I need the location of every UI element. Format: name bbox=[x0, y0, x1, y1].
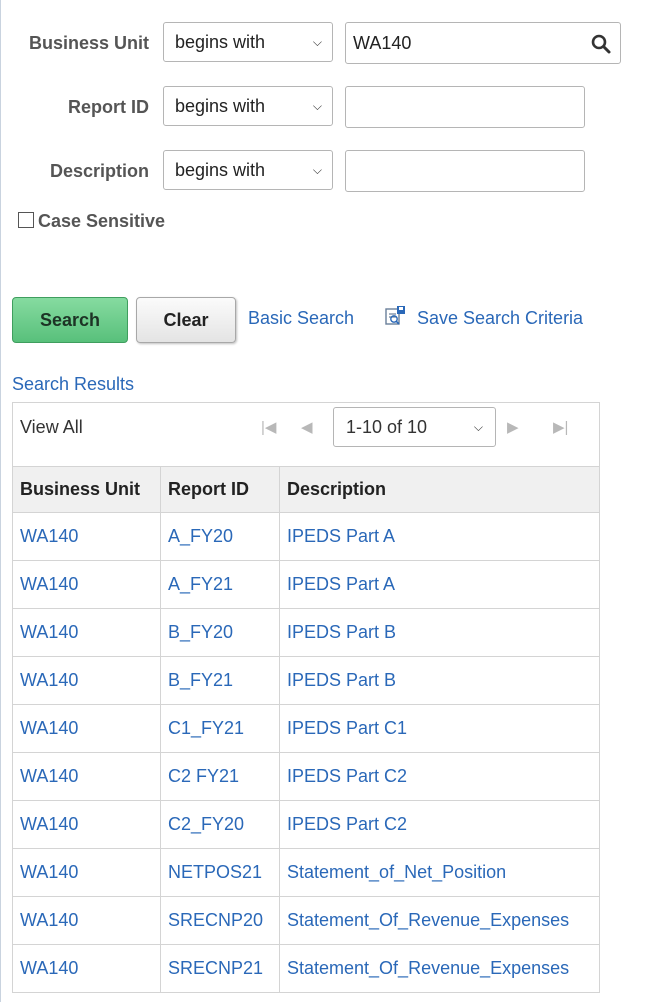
case-sensitive-option[interactable]: Case Sensitive bbox=[18, 211, 165, 233]
business-unit-cell[interactable]: WA140 bbox=[13, 656, 161, 705]
report-id-input[interactable] bbox=[345, 86, 585, 128]
description-cell[interactable]: Statement_Of_Revenue_Expenses bbox=[279, 896, 599, 945]
case-sensitive-label: Case Sensitive bbox=[38, 211, 166, 231]
description-operator-value: begins with bbox=[175, 160, 266, 180]
report-id-cell[interactable]: A_FY20 bbox=[160, 512, 280, 561]
first-page-icon[interactable]: |◀ bbox=[261, 418, 276, 436]
description-cell[interactable]: IPEDS Part C1 bbox=[279, 704, 599, 753]
last-page-icon[interactable]: ▶| bbox=[553, 418, 568, 436]
business-unit-input-value: WA140 bbox=[353, 33, 412, 53]
description-cell[interactable]: IPEDS Part A bbox=[279, 560, 599, 609]
table-row[interactable]: WA140 C1_FY21 IPEDS Part C1 bbox=[13, 704, 599, 753]
grid-navigation-bar: View All |◀ ◀ 1-10 of 10 ⌵ ▶ ▶| bbox=[13, 403, 599, 467]
report-id-operator-select[interactable]: begins with ⌵ bbox=[163, 86, 333, 126]
description-cell[interactable]: IPEDS Part C2 bbox=[279, 800, 599, 849]
business-unit-cell[interactable]: WA140 bbox=[13, 800, 161, 849]
description-label: Description bbox=[49, 161, 149, 181]
table-row[interactable]: WA140 A_FY21 IPEDS Part A bbox=[13, 560, 599, 609]
search-button[interactable]: Search bbox=[12, 297, 128, 343]
table-row[interactable]: WA140 C2_FY20 IPEDS Part C2 bbox=[13, 800, 599, 849]
business-unit-cell[interactable]: WA140 bbox=[13, 848, 161, 897]
report-id-cell[interactable]: B_FY20 bbox=[160, 608, 280, 657]
table-row[interactable]: WA140 SRECNP21 Statement_Of_Revenue_Expens… bbox=[13, 944, 600, 993]
criteria-row-report-id: Report ID begins with ⌵ bbox=[0, 85, 663, 129]
next-page-icon[interactable]: ▶ bbox=[507, 418, 519, 436]
table-row[interactable]: WA140 NETPOS21 Statement_of_Net_Position bbox=[13, 848, 599, 897]
column-header-report-id[interactable]: Report ID bbox=[160, 467, 280, 513]
report-id-cell[interactable]: B_FY21 bbox=[160, 656, 280, 705]
description-operator-select[interactable]: begins with ⌵ bbox=[163, 150, 333, 190]
business-unit-cell[interactable]: WA140 bbox=[13, 896, 161, 945]
description-cell[interactable]: IPEDS Part C2 bbox=[279, 752, 599, 801]
description-input[interactable] bbox=[345, 150, 585, 192]
report-id-cell[interactable]: A_FY21 bbox=[160, 560, 280, 609]
table-header-row: Business Unit Report ID Description bbox=[13, 467, 599, 513]
chevron-down-icon: ⌵ bbox=[473, 420, 483, 434]
business-unit-cell[interactable]: WA140 bbox=[13, 560, 161, 609]
report-id-label: Report ID bbox=[68, 97, 149, 117]
page-range-value: 1-10 of 10 bbox=[346, 417, 428, 437]
business-unit-cell[interactable]: WA140 bbox=[13, 752, 161, 801]
save-criteria-icon[interactable] bbox=[384, 305, 406, 327]
business-unit-input[interactable]: WA140 bbox=[345, 22, 621, 64]
description-cell[interactable]: IPEDS Part A bbox=[279, 512, 599, 561]
description-cell[interactable]: Statement_of_Net_Position bbox=[279, 848, 599, 897]
criteria-row-business-unit: Business Unit begins with ⌵ WA140 bbox=[0, 21, 663, 65]
search-results-grid: View All |◀ ◀ 1-10 of 10 ⌵ ▶ ▶| Business… bbox=[12, 402, 600, 993]
previous-page-icon[interactable]: ◀ bbox=[301, 418, 313, 436]
column-header-description[interactable]: Description bbox=[279, 467, 599, 513]
business-unit-label: Business Unit bbox=[28, 33, 149, 53]
save-search-criteria-link[interactable]: Save Search Criteria bbox=[417, 308, 583, 329]
page-range-select[interactable]: 1-10 of 10 ⌵ bbox=[333, 407, 496, 447]
column-header-business-unit[interactable]: Business Unit bbox=[13, 467, 161, 513]
basic-search-link[interactable]: Basic Search bbox=[248, 308, 354, 329]
report-id-operator-value: begins with bbox=[175, 96, 266, 116]
report-id-cell[interactable]: C2 FY21 bbox=[160, 752, 280, 801]
chevron-down-icon: ⌵ bbox=[312, 163, 322, 177]
report-id-cell[interactable]: NETPOS21 bbox=[160, 848, 280, 897]
business-unit-operator-select[interactable]: begins with ⌵ bbox=[163, 22, 333, 62]
case-sensitive-checkbox[interactable] bbox=[18, 212, 34, 228]
chevron-down-icon: ⌵ bbox=[312, 99, 322, 113]
table-row[interactable]: WA140 B_FY20 IPEDS Part B bbox=[13, 608, 599, 657]
description-cell[interactable]: IPEDS Part B bbox=[279, 656, 599, 705]
table-row[interactable]: WA140 SRECNP20 Statement_Of_Revenue_Expens… bbox=[13, 896, 599, 945]
report-id-cell[interactable]: SRECNP20 bbox=[160, 896, 280, 945]
criteria-row-description: Description begins with ⌵ bbox=[0, 149, 663, 193]
magnifier-icon[interactable] bbox=[590, 33, 612, 55]
report-id-cell[interactable]: C2_FY20 bbox=[160, 800, 280, 849]
business-unit-cell[interactable]: WA140 bbox=[13, 512, 161, 561]
view-all-link[interactable]: View All bbox=[20, 417, 83, 438]
business-unit-cell[interactable]: WA140 bbox=[13, 608, 161, 657]
description-cell[interactable]: IPEDS Part B bbox=[279, 608, 599, 657]
table-row[interactable]: WA140 B_FY21 IPEDS Part B bbox=[13, 656, 599, 705]
report-id-cell[interactable]: SRECNP21 bbox=[160, 944, 280, 992]
table-row[interactable]: WA140 C2 FY21 IPEDS Part C2 bbox=[13, 752, 599, 801]
business-unit-cell[interactable]: WA140 bbox=[13, 944, 161, 992]
chevron-down-icon: ⌵ bbox=[312, 35, 322, 49]
description-cell[interactable]: Statement_Of_Revenue_Expenses bbox=[280, 945, 600, 993]
search-results-title: Search Results bbox=[12, 374, 135, 394]
business-unit-operator-value: begins with bbox=[175, 32, 266, 52]
table-row[interactable]: WA140 A_FY20 IPEDS Part A bbox=[13, 512, 599, 561]
results-table: Business Unit Report ID Description WA14… bbox=[13, 467, 599, 992]
clear-button[interactable]: Clear bbox=[136, 297, 236, 343]
business-unit-cell[interactable]: WA140 bbox=[13, 704, 161, 753]
report-id-cell[interactable]: C1_FY21 bbox=[160, 704, 280, 753]
